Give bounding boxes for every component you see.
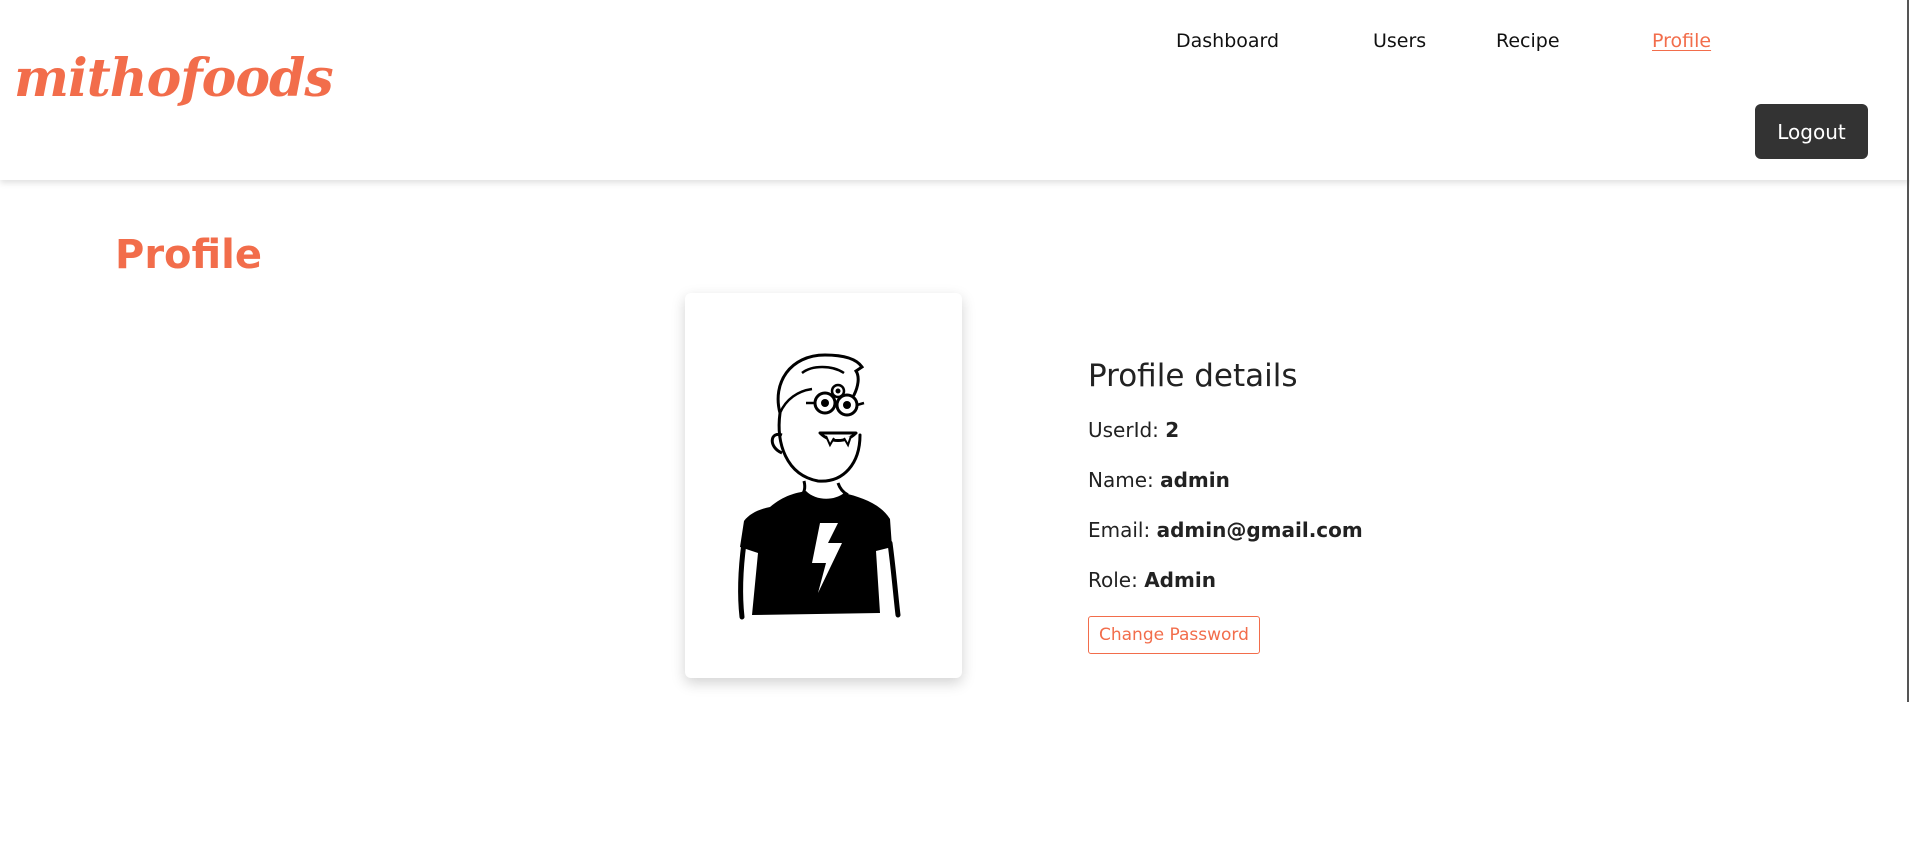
- profile-details: Profile details UserId: 2 Name: admin Em…: [1088, 358, 1363, 654]
- scrollbar[interactable]: [1907, 0, 1909, 702]
- brand-logo[interactable]: mithofoods: [14, 48, 334, 109]
- change-password-button[interactable]: Change Password: [1088, 616, 1260, 654]
- page: mithofoods Dashboard Users Recipe Profil…: [0, 0, 1910, 863]
- name-value: admin: [1160, 468, 1230, 492]
- userid-label: UserId:: [1088, 418, 1159, 442]
- email-label: Email:: [1088, 518, 1151, 542]
- avatar-card: [685, 293, 962, 678]
- nav-profile[interactable]: Profile: [1652, 30, 1711, 52]
- email-value: admin@gmail.com: [1156, 518, 1363, 542]
- name-row: Name: admin: [1088, 466, 1363, 516]
- avatar-illustration-icon: [738, 353, 901, 620]
- page-title: Profile: [115, 232, 263, 278]
- role-value: Admin: [1144, 568, 1216, 592]
- role-row: Role: Admin: [1088, 566, 1363, 616]
- nav-users[interactable]: Users: [1373, 30, 1426, 52]
- profile-details-heading: Profile details: [1088, 358, 1298, 394]
- nav-recipe[interactable]: Recipe: [1496, 30, 1560, 52]
- top-navbar: mithofoods Dashboard Users Recipe Profil…: [0, 0, 1910, 180]
- userid-value: 2: [1165, 418, 1180, 442]
- name-label: Name:: [1088, 468, 1154, 492]
- logout-button[interactable]: Logout: [1755, 104, 1868, 159]
- role-label: Role:: [1088, 568, 1138, 592]
- email-row: Email: admin@gmail.com: [1088, 516, 1363, 566]
- nav-dashboard[interactable]: Dashboard: [1176, 30, 1279, 52]
- userid-row: UserId: 2: [1088, 416, 1363, 466]
